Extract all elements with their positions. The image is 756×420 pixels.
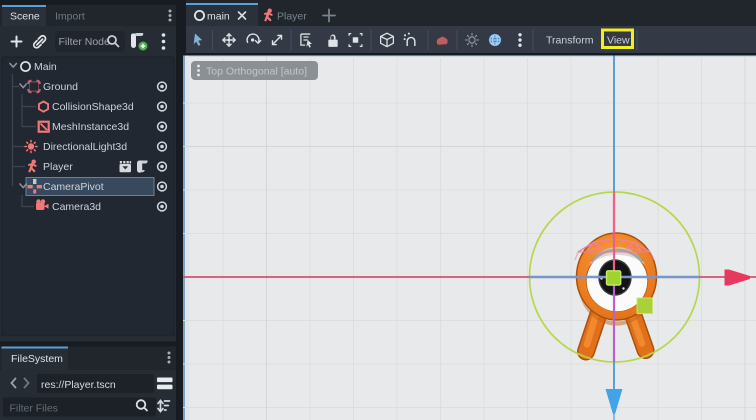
svg-text:Filter Node: Filter Node: [59, 36, 111, 48]
svg-text:Camera3d: Camera3d: [52, 201, 101, 213]
svg-text:res://Player.tscn: res://Player.tscn: [41, 379, 116, 391]
svg-text:main: main: [207, 11, 230, 23]
svg-text:FileSystem: FileSystem: [11, 353, 63, 365]
svg-text:Transform: Transform: [546, 35, 594, 47]
svg-text:Top Orthogonal [auto]: Top Orthogonal [auto]: [206, 66, 307, 78]
svg-text:Import: Import: [55, 11, 85, 23]
svg-text:Player: Player: [43, 161, 73, 173]
svg-text:View: View: [607, 35, 630, 47]
svg-text:MeshInstance3d: MeshInstance3d: [52, 121, 129, 133]
svg-text:CollisionShape3d: CollisionShape3d: [52, 101, 134, 113]
svg-text:Ground: Ground: [43, 81, 78, 93]
svg-text:Player: Player: [277, 11, 307, 23]
svg-text:Scene: Scene: [10, 11, 40, 23]
svg-text:CameraPivot: CameraPivot: [43, 181, 104, 193]
svg-text:DirectionalLight3d: DirectionalLight3d: [43, 141, 127, 153]
svg-text:Filter Files: Filter Files: [10, 403, 58, 415]
svg-text:Main: Main: [34, 61, 57, 73]
